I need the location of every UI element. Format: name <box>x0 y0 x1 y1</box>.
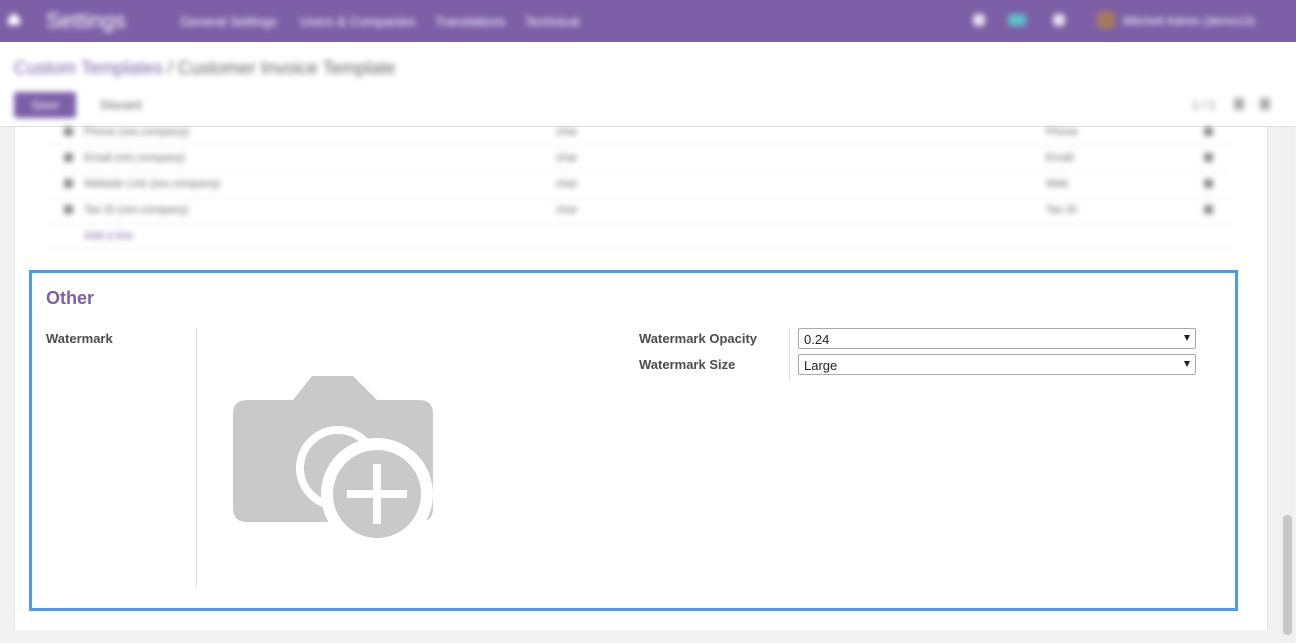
row-type: char <box>556 178 578 190</box>
drag-handle-icon[interactable] <box>64 205 73 214</box>
activity-icon[interactable] <box>1053 14 1065 26</box>
chat-icon[interactable] <box>1008 14 1026 26</box>
debug-icon[interactable] <box>973 14 985 26</box>
camera-plus-icon[interactable] <box>233 376 435 552</box>
row-field: Tax ID (res.company) <box>84 204 189 216</box>
menu-technical[interactable]: Technical <box>525 14 579 29</box>
save-label: Save <box>31 98 59 112</box>
menu-translations[interactable]: Translations <box>435 14 505 29</box>
menu-general-settings[interactable]: General Settings <box>180 14 277 29</box>
table-row[interactable]: Tax ID (res.company) char Tax ID <box>46 198 1232 224</box>
delete-row-icon[interactable] <box>1204 127 1213 136</box>
delete-row-icon[interactable] <box>1204 205 1213 214</box>
row-type: char <box>556 204 578 216</box>
control-panel: Custom Templates / Customer Invoice Temp… <box>0 42 1296 127</box>
row-type: char <box>556 152 578 164</box>
row-field: Phone (res.company) <box>84 126 190 138</box>
row-string: Tax ID <box>1046 204 1078 216</box>
scrollbar-thumb[interactable] <box>1283 515 1292 635</box>
row-field: Website Link (res.company) <box>84 178 221 190</box>
delete-row-icon[interactable] <box>1204 179 1213 188</box>
watermark-size-value: Large <box>804 358 838 373</box>
drag-handle-icon[interactable] <box>64 179 73 188</box>
breadcrumb: Custom Templates / Customer Invoice Temp… <box>14 58 396 79</box>
discard-button[interactable]: Discard <box>88 92 154 118</box>
watermark-label: Watermark <box>46 331 113 346</box>
row-type: char <box>556 126 578 138</box>
table-row[interactable]: Website Link (res.company) char Web <box>46 172 1232 198</box>
add-line-link[interactable]: Add a line <box>84 230 133 242</box>
top-navbar: Settings General Settings Users & Compan… <box>0 0 1296 42</box>
app-title[interactable]: Settings <box>46 8 126 34</box>
field-divider <box>789 328 790 381</box>
pager-previous-icon[interactable] <box>1234 98 1244 110</box>
chevron-down-icon <box>1184 361 1190 367</box>
table-row[interactable]: Phone (res.company) char Phone <box>46 120 1232 146</box>
pager-next-icon[interactable] <box>1260 98 1270 110</box>
watermark-size-label: Watermark Size <box>639 357 736 372</box>
breadcrumb-parent[interactable]: Custom Templates <box>14 58 163 78</box>
drag-handle-icon[interactable] <box>64 127 73 136</box>
delete-row-icon[interactable] <box>1204 153 1213 162</box>
pager-value[interactable]: 1 / 1 <box>1192 98 1215 112</box>
watermark-opacity-label: Watermark Opacity <box>639 331 758 346</box>
watermark-size-select[interactable]: Large <box>798 354 1196 375</box>
row-string: Email <box>1046 152 1074 164</box>
save-button[interactable]: Save <box>14 92 76 118</box>
drag-handle-icon[interactable] <box>64 153 73 162</box>
template-lines-table: Phone (res.company) char Phone Email (re… <box>46 126 1232 252</box>
add-line-row: Add a line <box>46 224 1232 250</box>
user-menu[interactable]: Mitchell Admin (demo13) <box>1123 14 1255 28</box>
discard-label: Discard <box>100 98 142 112</box>
table-row[interactable]: Email (res.company) char Email <box>46 146 1232 172</box>
watermark-opacity-value: 0.24 <box>804 332 830 347</box>
chevron-down-icon <box>1184 335 1190 341</box>
row-string: Web <box>1046 178 1069 190</box>
field-divider <box>196 328 197 587</box>
other-section: Other Watermark Watermark Opacity Waterm… <box>29 270 1238 611</box>
watermark-opacity-select[interactable]: 0.24 <box>798 328 1196 349</box>
avatar[interactable] <box>1096 10 1116 30</box>
breadcrumb-current: Customer Invoice Template <box>177 58 396 78</box>
breadcrumb-separator: / <box>162 58 178 78</box>
home-icon[interactable] <box>8 13 20 25</box>
row-field: Email (res.company) <box>84 152 185 164</box>
row-string: Phone <box>1046 126 1078 138</box>
section-title: Other <box>46 288 95 308</box>
menu-users-companies[interactable]: Users & Companies <box>300 14 416 29</box>
